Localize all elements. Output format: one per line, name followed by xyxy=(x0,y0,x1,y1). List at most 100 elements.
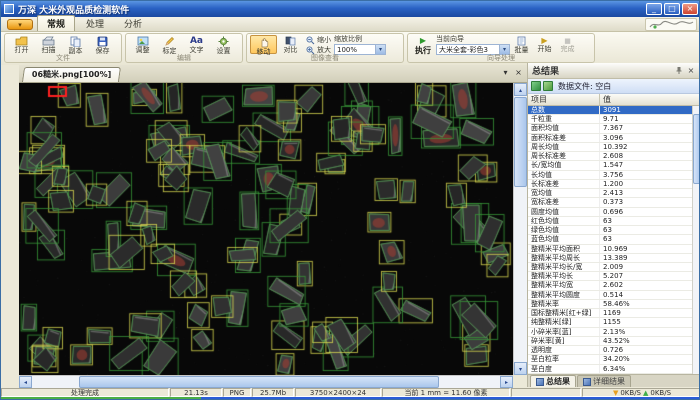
table-row[interactable]: 宽标准差0.373 xyxy=(528,198,700,207)
table-row[interactable]: 长均值3.756 xyxy=(528,171,700,180)
tab-detailed-results[interactable]: 详细结果 xyxy=(577,375,631,387)
results-table-header: 项目 值 xyxy=(528,94,700,106)
h-scroll-thumb[interactable] xyxy=(79,376,439,388)
table-row[interactable]: 整精米平均长5.207 xyxy=(528,272,700,281)
contrast-button[interactable]: 对比 xyxy=(277,35,304,54)
play-icon: ▶ xyxy=(420,36,426,45)
app-menu-button[interactable]: ▾ xyxy=(7,19,33,30)
table-row[interactable]: 总数3091 xyxy=(528,106,700,115)
table-row[interactable]: 周长标准差2.608 xyxy=(528,152,700,161)
batch-icon xyxy=(517,36,526,46)
start-button[interactable]: ▶ 开始 xyxy=(533,35,556,54)
row-value: 1169 xyxy=(600,309,700,317)
chevron-down-icon[interactable]: ▾ xyxy=(499,45,509,54)
table-row[interactable]: 圆度均值0.696 xyxy=(528,208,700,217)
finish-button[interactable]: ■ 完成 xyxy=(556,35,579,54)
window-title: 万深 大米外观品质检测软件 xyxy=(18,3,644,16)
table-row[interactable]: 宽均值2.413 xyxy=(528,189,700,198)
move-button[interactable]: 移动 xyxy=(250,35,277,54)
ribbon-tab-row: ▾ 常规 处理 分析 xyxy=(1,17,700,32)
adjust-button[interactable]: 调整 xyxy=(129,35,156,54)
table-row[interactable]: 整精米平均宽2.602 xyxy=(528,281,700,290)
doc-close-icon[interactable]: × xyxy=(512,67,525,79)
table-row[interactable]: 红色均值63 xyxy=(528,217,700,226)
table-row[interactable]: 绿色均值63 xyxy=(528,226,700,235)
scroll-left-icon[interactable]: ◂ xyxy=(19,376,32,388)
tab-summary-results[interactable]: 总结果 xyxy=(530,375,576,387)
table-row[interactable]: 整精米平均圆度0.514 xyxy=(528,291,700,300)
row-value: 2.009 xyxy=(600,263,700,271)
results-scroll-thumb[interactable] xyxy=(693,114,700,184)
results-panel: 总结果 × 数据文件: 空白 项目 值 总数3091千粒重9.71面积均值7.3… xyxy=(527,63,700,387)
scan-button[interactable]: 扫描 xyxy=(35,35,62,54)
image-canvas[interactable] xyxy=(19,83,513,375)
save-button[interactable]: 保存 xyxy=(89,35,116,54)
table-row[interactable]: 整精米平均面积10.969 xyxy=(528,245,700,254)
chevron-down-icon[interactable]: ▾ xyxy=(375,45,385,54)
results-scrollbar[interactable] xyxy=(692,106,700,374)
table-row[interactable]: 整精米平均长/宽2.009 xyxy=(528,263,700,272)
copy-button[interactable]: 副本 xyxy=(62,35,89,54)
zoom-out-button[interactable]: 缩小 xyxy=(306,35,331,45)
row-value: 3.096 xyxy=(600,134,700,142)
table-row[interactable]: 纯整精米[绿]1155 xyxy=(528,318,700,327)
text-button[interactable]: Aa 文字 xyxy=(183,35,210,54)
canvas-horizontal-scrollbar[interactable]: ◂ ▸ xyxy=(19,375,513,388)
settings-button[interactable]: 设置 xyxy=(210,35,237,54)
row-value: 34.20% xyxy=(600,355,700,363)
row-item: 蓝色均值 xyxy=(528,235,600,243)
table-row[interactable]: 碎米率[黄]43.52% xyxy=(528,337,700,346)
open-button[interactable]: 打开 xyxy=(8,35,35,54)
table-row[interactable]: 垩白度6.34% xyxy=(528,365,700,374)
v-scroll-thumb[interactable] xyxy=(514,97,527,187)
table-row[interactable]: 垩白粒率34.20% xyxy=(528,355,700,364)
table-row[interactable]: 面积标准差3.096 xyxy=(528,134,700,143)
close-button[interactable]: × xyxy=(682,3,698,15)
table-row[interactable]: 小碎米率[蓝]2.13% xyxy=(528,328,700,337)
table-row[interactable]: 长/宽均值1.547 xyxy=(528,161,700,170)
minimize-button[interactable]: _ xyxy=(646,3,662,15)
table-row[interactable]: 整精米率58.46% xyxy=(528,300,700,309)
calibrate-button[interactable]: 标定 xyxy=(156,35,183,54)
table-row[interactable]: 透明度0.726 xyxy=(528,346,700,355)
export-excel-icon[interactable] xyxy=(531,81,541,91)
tab-analysis[interactable]: 分析 xyxy=(115,16,151,31)
row-value: 1.200 xyxy=(600,180,700,188)
document-tab[interactable]: 06糙米.png[100%] xyxy=(22,67,121,82)
row-item: 长标准差 xyxy=(528,180,600,188)
row-value: 58.46% xyxy=(600,300,700,308)
table-row[interactable]: 周长均值10.392 xyxy=(528,143,700,152)
table-row[interactable]: 国标整精米[红+绿]1169 xyxy=(528,309,700,318)
row-item: 国标整精米[红+绿] xyxy=(528,309,600,317)
table-row[interactable]: 蓝色均值63 xyxy=(528,235,700,244)
column-header-value[interactable]: 值 xyxy=(600,94,700,105)
tab-process[interactable]: 处理 xyxy=(77,16,113,31)
open-data-icon[interactable] xyxy=(543,81,553,91)
toolbar-group-file: 打开 扫描 副本 保存 文件 xyxy=(4,33,122,63)
table-row[interactable]: 长标准差1.200 xyxy=(528,180,700,189)
canvas-vertical-scrollbar[interactable]: ▴ ▾ xyxy=(513,83,527,375)
execute-button[interactable]: ▶ 执行 xyxy=(411,35,435,54)
row-value: 5.207 xyxy=(600,272,700,280)
column-header-item[interactable]: 项目 xyxy=(528,94,600,105)
pencil-icon xyxy=(164,36,175,47)
tab-general[interactable]: 常规 xyxy=(37,15,75,31)
doc-menu-chevron-icon[interactable]: ▾ xyxy=(499,67,512,79)
scroll-up-icon[interactable]: ▴ xyxy=(514,83,527,96)
current-wizard-label: 当前向导 xyxy=(436,35,510,44)
table-row[interactable]: 面积均值7.367 xyxy=(528,124,700,133)
row-item: 长/宽均值 xyxy=(528,161,600,169)
contrast-icon xyxy=(285,36,296,46)
scroll-down-icon[interactable]: ▾ xyxy=(514,362,527,375)
results-panel-header: 总结果 × xyxy=(528,63,700,79)
row-value: 3091 xyxy=(600,106,700,114)
batch-button[interactable]: 批量 xyxy=(510,35,533,54)
table-row[interactable]: 整精米平均周长13.389 xyxy=(528,254,700,263)
row-item: 面积标准差 xyxy=(528,134,600,142)
panel-close-icon[interactable]: × xyxy=(685,65,697,76)
pin-icon[interactable] xyxy=(673,65,685,76)
toolbar-group-edit: 调整 标定 Aa 文字 设置 编辑 xyxy=(125,33,243,63)
table-row[interactable]: 千粒重9.71 xyxy=(528,115,700,124)
scroll-right-icon[interactable]: ▸ xyxy=(500,376,513,388)
maximize-button[interactable]: □ xyxy=(664,3,680,15)
